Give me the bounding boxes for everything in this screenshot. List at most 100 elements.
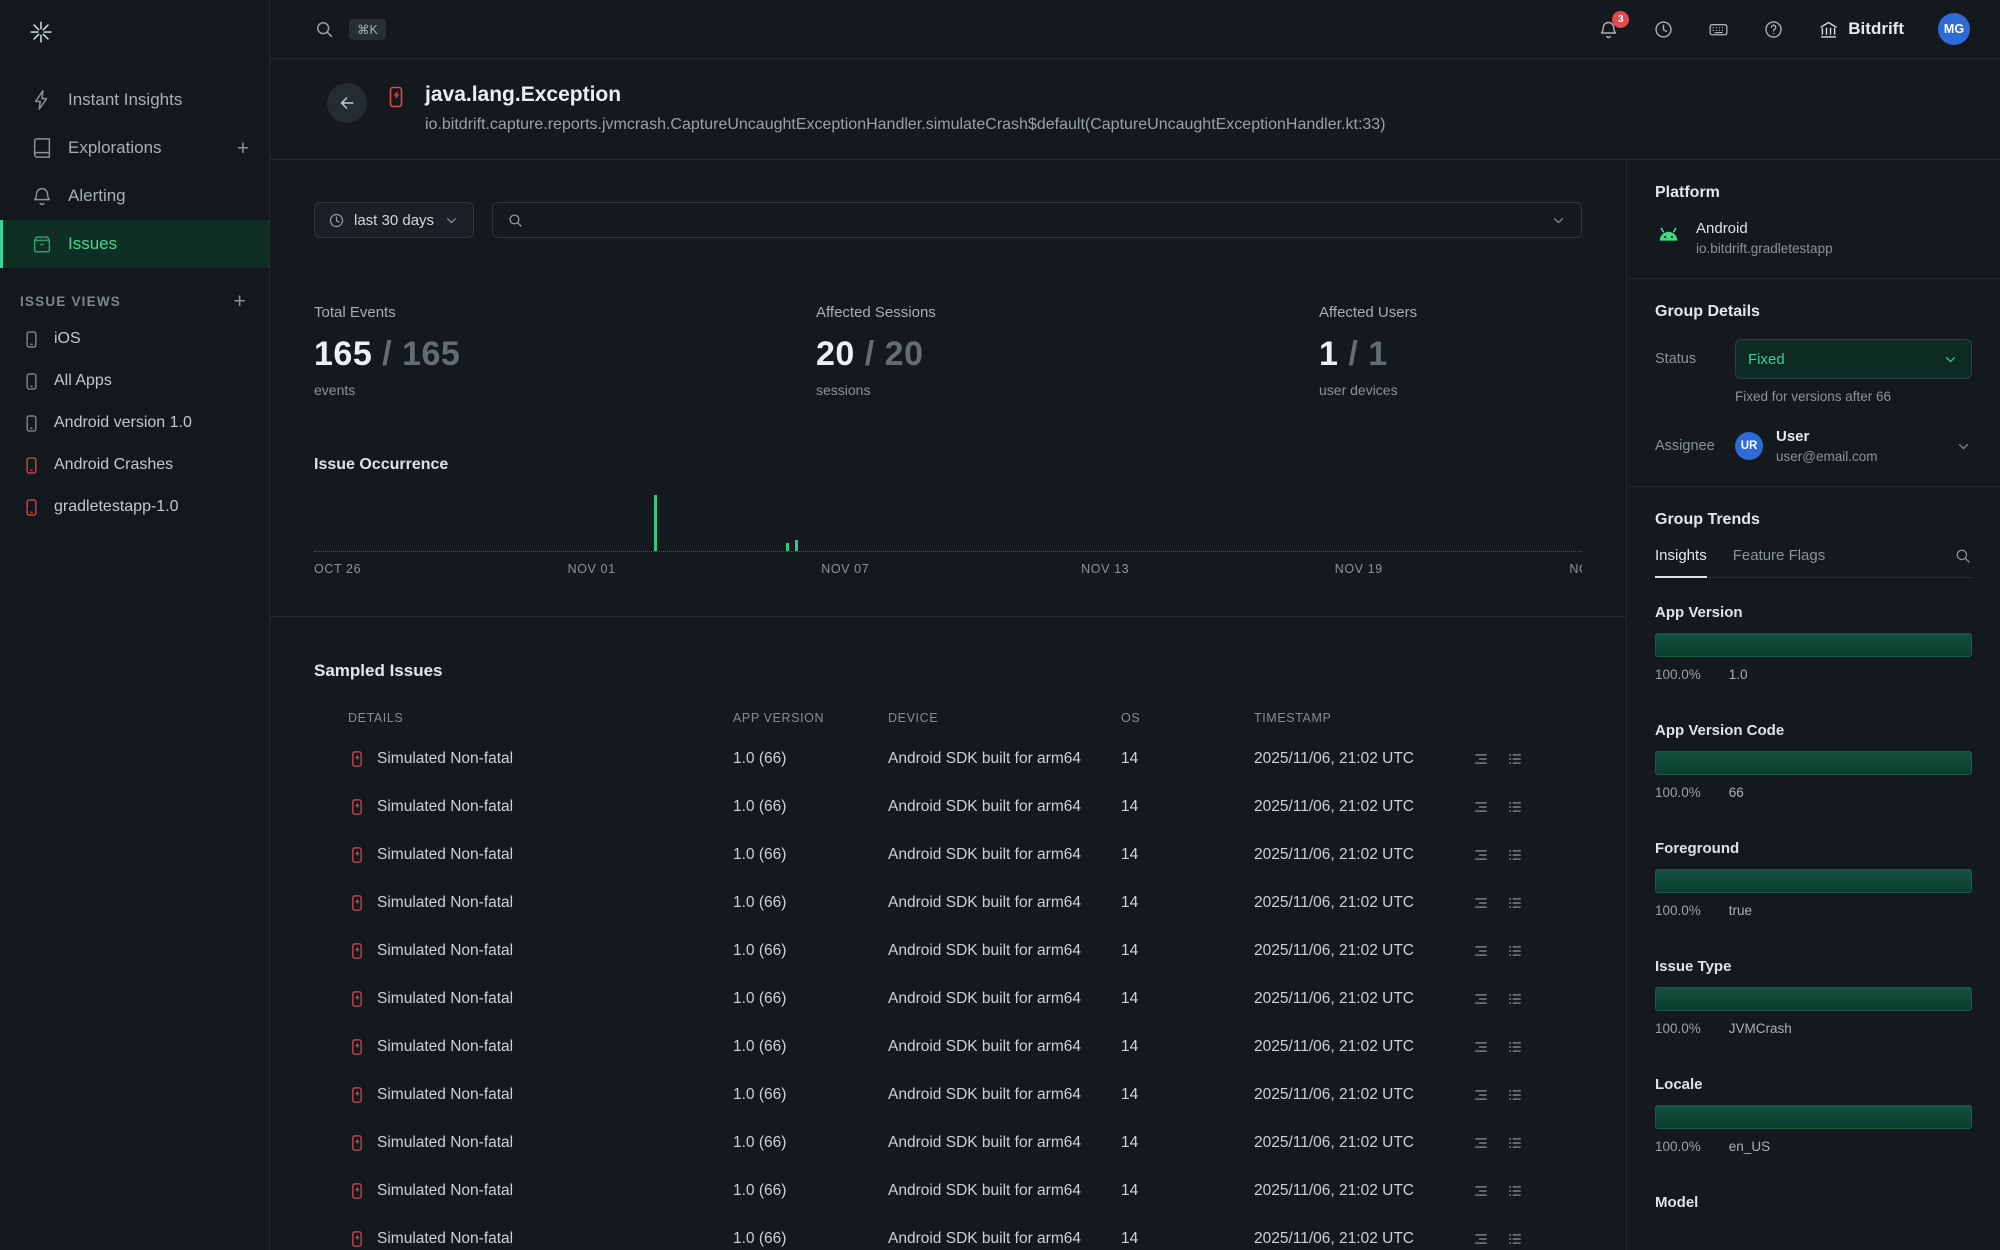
session-log-icon[interactable] [1506, 942, 1524, 960]
trend-search-icon[interactable] [1954, 547, 1972, 565]
cell-timestamp: 2025/11/06, 21:02 UTC [1254, 1230, 1472, 1248]
sidebar-item-alerting[interactable]: Alerting [0, 172, 269, 220]
issue-view-android-crashes[interactable]: Android Crashes [0, 444, 269, 486]
session-log-icon[interactable] [1506, 1230, 1524, 1248]
stacktrace-icon[interactable] [1472, 1134, 1490, 1152]
row-actions [1472, 1230, 1582, 1248]
cell-os: 14 [1121, 846, 1254, 864]
table-row[interactable]: Simulated Non-fatal 1.0 (66) Android SDK… [314, 1167, 1582, 1215]
table-row[interactable]: Simulated Non-fatal 1.0 (66) Android SDK… [314, 1071, 1582, 1119]
table-row[interactable]: Simulated Non-fatal 1.0 (66) Android SDK… [314, 783, 1582, 831]
tab-insights[interactable]: Insights [1655, 547, 1707, 578]
cell-device: Android SDK built for arm64 [888, 1230, 1121, 1248]
back-button[interactable] [327, 83, 367, 123]
table-row[interactable]: Simulated Non-fatal 1.0 (66) Android SDK… [314, 1119, 1582, 1167]
main-content: last 30 days Total Ev [270, 160, 1626, 1250]
trend-title: Foreground [1655, 840, 1972, 857]
session-log-icon[interactable] [1506, 1182, 1524, 1200]
tab-feature-flags[interactable]: Feature Flags [1733, 547, 1826, 578]
stacktrace-icon[interactable] [1472, 1086, 1490, 1104]
cell-timestamp: 2025/11/06, 21:02 UTC [1254, 1134, 1472, 1152]
session-log-icon[interactable] [1506, 1134, 1524, 1152]
notification-badge: 3 [1612, 11, 1629, 28]
table-row[interactable]: Simulated Non-fatal 1.0 (66) Android SDK… [314, 1215, 1582, 1250]
trend-title: Locale [1655, 1076, 1972, 1093]
logo-area[interactable] [0, 0, 269, 64]
help-button[interactable] [1763, 19, 1784, 40]
cell-os: 14 [1121, 750, 1254, 768]
sidebar-item-issues[interactable]: Issues [0, 220, 269, 268]
stacktrace-icon[interactable] [1472, 942, 1490, 960]
topbar-actions: 3 Bitdrift MG [1598, 13, 1970, 45]
cell-timestamp: 2025/11/06, 21:02 UTC [1254, 1182, 1472, 1200]
tick-label: NOV 07 [821, 562, 869, 576]
table-row[interactable]: Simulated Non-fatal 1.0 (66) Android SDK… [314, 831, 1582, 879]
column-header-device: DEVICE [888, 711, 1121, 725]
row-actions [1472, 798, 1582, 816]
session-log-icon[interactable] [1506, 1086, 1524, 1104]
issue-view-gradletestapp-1-0[interactable]: gradletestapp-1.0 [0, 486, 269, 528]
occurrence-bar [654, 495, 657, 551]
global-search[interactable]: ⌘K [314, 19, 386, 40]
phone-icon [22, 372, 41, 391]
notifications-button[interactable]: 3 [1598, 19, 1619, 40]
cell-app-version: 1.0 (66) [733, 1038, 888, 1056]
status-select[interactable]: Fixed [1735, 339, 1972, 379]
table-row[interactable]: Simulated Non-fatal 1.0 (66) Android SDK… [314, 1023, 1582, 1071]
issue-view-ios[interactable]: iOS [0, 318, 269, 360]
stacktrace-icon[interactable] [1472, 750, 1490, 768]
issue-view-all-apps[interactable]: All Apps [0, 360, 269, 402]
user-avatar[interactable]: MG [1938, 13, 1970, 45]
stacktrace-icon[interactable] [1472, 846, 1490, 864]
stacktrace-icon[interactable] [1472, 1230, 1490, 1248]
session-log-icon[interactable] [1506, 846, 1524, 864]
trend-percentage: 100.0% [1655, 667, 1701, 682]
column-header-timestamp: TIMESTAMP [1254, 711, 1472, 725]
status-row: Status Fixed [1655, 339, 1972, 379]
table-row[interactable]: Simulated Non-fatal 1.0 (66) Android SDK… [314, 735, 1582, 783]
table-row[interactable]: Simulated Non-fatal 1.0 (66) Android SDK… [314, 975, 1582, 1023]
session-log-icon[interactable] [1506, 1038, 1524, 1056]
time-range-filter[interactable]: last 30 days [314, 202, 474, 238]
session-log-icon[interactable] [1506, 894, 1524, 912]
stat-unit: user devices [1319, 382, 1582, 398]
table-row[interactable]: Simulated Non-fatal 1.0 (66) Android SDK… [314, 927, 1582, 975]
org-switcher[interactable]: Bitdrift [1818, 19, 1904, 40]
session-log-icon[interactable] [1506, 798, 1524, 816]
stacktrace-icon[interactable] [1472, 894, 1490, 912]
chevron-down-icon [1942, 351, 1959, 368]
cell-os: 14 [1121, 1134, 1254, 1152]
trend-title: App Version Code [1655, 722, 1972, 739]
assignee-name: User [1776, 428, 1877, 445]
issue-view-android-version-1-0[interactable]: Android version 1.0 [0, 402, 269, 444]
assignee-row[interactable]: Assignee UR User user@email.com [1655, 428, 1972, 464]
table-row[interactable]: Simulated Non-fatal 1.0 (66) Android SDK… [314, 879, 1582, 927]
stacktrace-icon[interactable] [1472, 990, 1490, 1008]
history-button[interactable] [1653, 19, 1674, 40]
stacktrace-icon[interactable] [1472, 1182, 1490, 1200]
cell-device: Android SDK built for arm64 [888, 894, 1121, 912]
keyboard-shortcuts-button[interactable] [1708, 19, 1729, 40]
crash-phone-icon [348, 750, 366, 768]
search-icon [314, 19, 335, 40]
session-log-icon[interactable] [1506, 750, 1524, 768]
issue-name: Simulated Non-fatal [377, 894, 513, 912]
stacktrace-icon[interactable] [1472, 1038, 1490, 1056]
issue-search-input[interactable] [492, 202, 1582, 238]
sidebar-item-label: Issues [68, 234, 117, 254]
add-exploration-button[interactable]: + [237, 138, 249, 159]
stat-affected-sessions: Affected Sessions 20 / 20 sessions [816, 304, 1319, 398]
cell-device: Android SDK built for arm64 [888, 990, 1121, 1008]
sidebar-item-explorations[interactable]: Explorations + [0, 124, 269, 172]
sampled-issues-title: Sampled Issues [314, 661, 1582, 681]
session-log-icon[interactable] [1506, 990, 1524, 1008]
search-shortcut-hint: ⌘K [349, 19, 386, 40]
trend-value: 1.0 [1729, 667, 1748, 682]
issue-view-label: Android Crashes [54, 456, 173, 474]
sidebar-item-instant-insights[interactable]: Instant Insights [0, 76, 269, 124]
issue-name: Simulated Non-fatal [377, 1230, 513, 1248]
stacktrace-icon[interactable] [1472, 798, 1490, 816]
assignee-label: Assignee [1655, 438, 1735, 454]
phone-icon [22, 414, 41, 433]
add-issue-view-button[interactable]: + [234, 291, 247, 312]
